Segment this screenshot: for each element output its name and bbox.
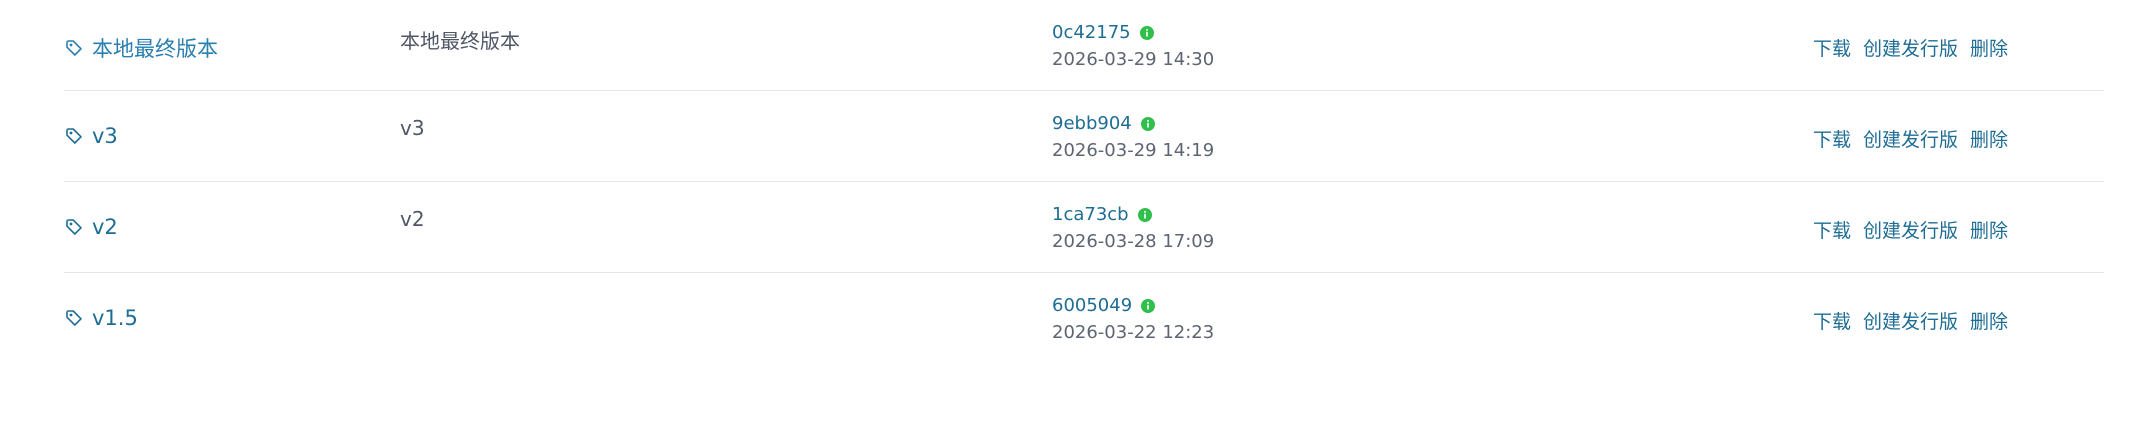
tag-row: v1.5 6005049 2026-03-22 12:23 下载 创建发行版 删…: [64, 273, 2104, 364]
commit-info: 1ca73cb 2026-03-28 17:09: [1052, 204, 1214, 252]
tag-row: v2 v2 1ca73cb 2026-03-28 17:09 下载 创建发行版 …: [64, 182, 2104, 273]
tag-link[interactable]: v1.5: [64, 306, 138, 330]
tag-description: 本地最终版本: [400, 29, 520, 53]
delete-link[interactable]: 删除: [1970, 216, 2008, 243]
tag-row: v3 v3 9ebb904 2026-03-29 14:19 下载 创建发行版 …: [64, 91, 2104, 182]
verified-info-icon[interactable]: [1139, 25, 1155, 41]
tag-icon: [64, 126, 84, 146]
tag-icon: [64, 308, 84, 328]
delete-link[interactable]: 删除: [1970, 307, 2008, 334]
tags-table: 本地最终版本 本地最终版本 0c42175 2026-03-29 14:30 下…: [64, 0, 2104, 364]
tag-actions: 下载 创建发行版 删除: [1813, 34, 2008, 61]
commit-sha-link[interactable]: 0c42175: [1052, 22, 1131, 43]
tag-icon: [64, 217, 84, 237]
tag-icon: [64, 38, 84, 58]
commit-date: 2026-03-28 17:09: [1052, 231, 1215, 252]
commit-date: 2026-03-22 12:23: [1052, 322, 1215, 343]
create-release-link[interactable]: 创建发行版: [1863, 307, 1958, 334]
commit-info: 9ebb904 2026-03-29 14:19: [1052, 113, 1214, 161]
download-link[interactable]: 下载: [1813, 307, 1851, 334]
delete-link[interactable]: 删除: [1970, 34, 2008, 61]
tag-actions: 下载 创建发行版 删除: [1813, 216, 2008, 243]
tag-row: 本地最终版本 本地最终版本 0c42175 2026-03-29 14:30 下…: [64, 0, 2104, 91]
tag-name: v2: [92, 215, 118, 239]
tag-link[interactable]: 本地最终版本: [64, 33, 218, 63]
commit-date: 2026-03-29 14:30: [1052, 49, 1215, 70]
tag-name: 本地最终版本: [92, 37, 218, 61]
download-link[interactable]: 下载: [1813, 34, 1851, 61]
tag-description: v3: [400, 116, 425, 140]
create-release-link[interactable]: 创建发行版: [1863, 216, 1958, 243]
verified-info-icon[interactable]: [1140, 116, 1156, 132]
commit-sha-link[interactable]: 1ca73cb: [1052, 204, 1129, 225]
commit-sha-link[interactable]: 6005049: [1052, 295, 1132, 316]
tag-link[interactable]: v2: [64, 215, 118, 239]
tag-name: v1.5: [92, 306, 138, 330]
tag-actions: 下载 创建发行版 删除: [1813, 307, 2008, 334]
commit-info: 6005049 2026-03-22 12:23: [1052, 295, 1214, 343]
verified-info-icon[interactable]: [1137, 207, 1153, 223]
delete-link[interactable]: 删除: [1970, 125, 2008, 152]
commit-line: 0c42175: [1052, 22, 1214, 43]
tag-name: v3: [92, 124, 118, 148]
create-release-link[interactable]: 创建发行版: [1863, 125, 1958, 152]
commit-line: 6005049: [1052, 295, 1214, 316]
commit-sha-link[interactable]: 9ebb904: [1052, 113, 1132, 134]
commit-line: 1ca73cb: [1052, 204, 1214, 225]
tag-description: v2: [400, 207, 425, 231]
tag-link[interactable]: v3: [64, 124, 118, 148]
commit-date: 2026-03-29 14:19: [1052, 140, 1215, 161]
download-link[interactable]: 下载: [1813, 125, 1851, 152]
download-link[interactable]: 下载: [1813, 216, 1851, 243]
commit-info: 0c42175 2026-03-29 14:30: [1052, 22, 1214, 70]
tag-actions: 下载 创建发行版 删除: [1813, 125, 2008, 152]
commit-line: 9ebb904: [1052, 113, 1214, 134]
verified-info-icon[interactable]: [1140, 298, 1156, 314]
create-release-link[interactable]: 创建发行版: [1863, 34, 1958, 61]
